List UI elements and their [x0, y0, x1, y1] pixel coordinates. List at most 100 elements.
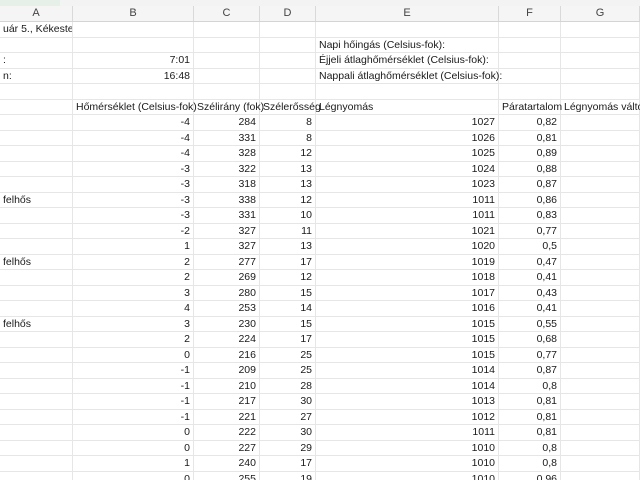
cell-b[interactable] [73, 22, 194, 38]
cell-a[interactable] [0, 223, 73, 239]
cell-d[interactable]: 15 [260, 285, 316, 301]
cell-b[interactable]: 2 [73, 254, 194, 270]
cell-c[interactable]: 224 [194, 332, 260, 348]
column-header-b[interactable]: B [73, 6, 194, 21]
cell-d[interactable]: 19 [260, 471, 316, 480]
cell-e[interactable]: 1021 [316, 223, 499, 239]
cell-a[interactable] [0, 363, 73, 379]
cell-f[interactable]: 0,43 [499, 285, 561, 301]
cell-b[interactable]: 2 [73, 332, 194, 348]
cell-c[interactable]: 255 [194, 471, 260, 480]
cell-c[interactable] [194, 53, 260, 69]
cell-f[interactable]: Páratartalom [499, 99, 562, 115]
cell-b[interactable]: 7:01 [73, 53, 194, 69]
cell-e[interactable]: 1010 [316, 471, 499, 480]
cell-f[interactable]: 0,8 [499, 456, 561, 472]
cell-f[interactable]: 0,77 [499, 223, 561, 239]
cell-g[interactable] [561, 146, 640, 162]
cell-e[interactable]: 1010 [316, 440, 499, 456]
cell-c[interactable]: 327 [194, 239, 260, 255]
cell-c[interactable]: 327 [194, 223, 260, 239]
column-header-g[interactable]: G [561, 6, 640, 21]
cell-d[interactable]: 8 [260, 115, 316, 131]
cell-b[interactable]: 2 [73, 270, 194, 286]
cell-a[interactable] [0, 99, 73, 115]
cell-f[interactable]: 0,47 [499, 254, 561, 270]
cell-a[interactable] [0, 208, 73, 224]
cell-c[interactable] [194, 84, 260, 100]
cell-e[interactable]: 1024 [316, 161, 499, 177]
cell-c[interactable]: 331 [194, 208, 260, 224]
cell-c[interactable]: 209 [194, 363, 260, 379]
cell-b[interactable]: -2 [73, 223, 194, 239]
cell-d[interactable]: 8 [260, 130, 316, 146]
cell-b[interactable]: -3 [73, 177, 194, 193]
cell-a[interactable] [0, 332, 73, 348]
cell-b[interactable]: -4 [73, 146, 194, 162]
cell-e[interactable]: 1027 [316, 115, 499, 131]
cell-g[interactable] [561, 301, 640, 317]
cell-c[interactable]: 277 [194, 254, 260, 270]
cell-f[interactable]: 0,87 [499, 363, 561, 379]
cell-a[interactable]: uár 5., Kékestető [0, 22, 73, 38]
cell-c[interactable]: 322 [194, 161, 260, 177]
cell-b[interactable]: 0 [73, 471, 194, 480]
cell-d[interactable]: 17 [260, 332, 316, 348]
cell-d[interactable]: 13 [260, 177, 316, 193]
cell-d[interactable] [260, 68, 316, 84]
cell-g[interactable] [561, 425, 640, 441]
cell-g[interactable] [561, 332, 640, 348]
cell-e[interactable] [316, 22, 499, 38]
cell-g[interactable] [561, 53, 640, 69]
cell-a[interactable] [0, 270, 73, 286]
cell-g[interactable] [561, 456, 640, 472]
cell-b[interactable]: -1 [73, 394, 194, 410]
cell-g[interactable] [561, 347, 640, 363]
cell-g[interactable] [561, 270, 640, 286]
cell-g[interactable] [561, 254, 640, 270]
cell-e[interactable]: 1014 [316, 363, 499, 379]
cell-f[interactable]: 0,86 [499, 192, 561, 208]
cell-g[interactable] [561, 22, 640, 38]
cell-a[interactable] [0, 115, 73, 131]
cell-d[interactable]: 12 [260, 270, 316, 286]
cell-d[interactable]: 17 [260, 456, 316, 472]
cell-d[interactable]: 13 [260, 161, 316, 177]
cell-e[interactable]: 1015 [316, 347, 499, 363]
cell-d[interactable]: 28 [260, 378, 316, 394]
cell-a[interactable]: felhős [0, 316, 73, 332]
cell-c[interactable]: 331 [194, 130, 260, 146]
cell-g[interactable] [561, 115, 640, 131]
cell-g[interactable] [561, 378, 640, 394]
cell-d[interactable]: 14 [260, 301, 316, 317]
cell-e[interactable]: 1015 [316, 316, 499, 332]
cell-b[interactable]: 16:48 [73, 68, 194, 84]
cell-e[interactable]: 1018 [316, 270, 499, 286]
cell-d[interactable]: 25 [260, 363, 316, 379]
cell-a[interactable] [0, 239, 73, 255]
cell-f[interactable] [499, 68, 561, 84]
cell-b[interactable]: -3 [73, 161, 194, 177]
cell-a[interactable] [0, 394, 73, 410]
cell-e[interactable]: 1011 [316, 192, 499, 208]
cell-a[interactable]: felhős [0, 254, 73, 270]
column-header-f[interactable]: F [499, 6, 561, 21]
cell-d[interactable] [260, 37, 316, 53]
cell-b[interactable]: -3 [73, 192, 194, 208]
cell-d[interactable]: 25 [260, 347, 316, 363]
cell-d[interactable]: 12 [260, 192, 316, 208]
cell-d[interactable]: 10 [260, 208, 316, 224]
cell-d[interactable]: 30 [260, 394, 316, 410]
cell-d[interactable]: 11 [260, 223, 316, 239]
cell-f[interactable]: 0,96 [499, 471, 561, 480]
cell-b[interactable]: 4 [73, 301, 194, 317]
column-header-e[interactable]: E [316, 6, 499, 21]
cell-g[interactable] [561, 208, 640, 224]
cell-e[interactable]: Nappali átlaghőmérséklet (Celsius-fok): [316, 68, 502, 84]
cell-f[interactable]: 0,41 [499, 301, 561, 317]
cell-b[interactable] [73, 84, 194, 100]
cell-a[interactable] [0, 84, 73, 100]
cell-b[interactable]: 1 [73, 456, 194, 472]
column-header-c[interactable]: C [194, 6, 260, 21]
cell-a[interactable] [0, 409, 73, 425]
